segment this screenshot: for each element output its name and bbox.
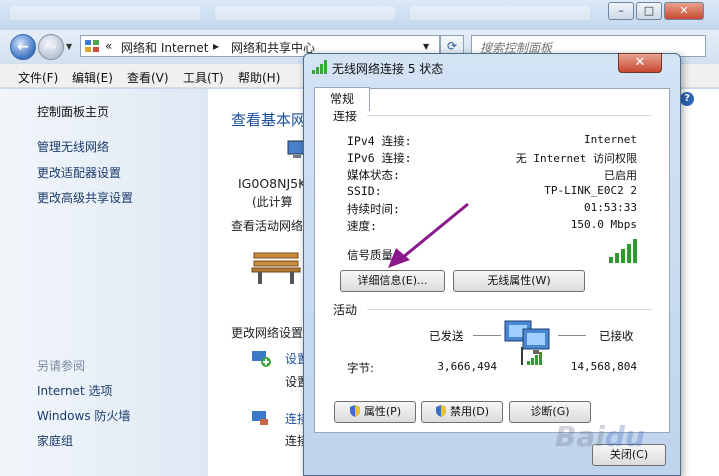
sidebar-homegroup-link[interactable]: 家庭组 [37, 432, 73, 449]
breadcrumb-network-internet[interactable]: 网络和 Internet [121, 39, 208, 56]
bytes-label: 字节: [347, 361, 374, 375]
uac-shield-icon [349, 404, 361, 417]
back-button[interactable]: ← [10, 34, 36, 60]
received-line [558, 335, 586, 336]
watermark-logo: Baidu [555, 420, 645, 453]
details-button[interactable]: 详细信息(E)... [340, 270, 445, 292]
uac-shield-icon [435, 404, 447, 417]
sidebar-home-link[interactable]: 控制面板主页 [37, 103, 109, 120]
properties-label: 属性(P) [363, 405, 402, 418]
connect-network-icon [250, 407, 272, 432]
wireless-status-dialog: 无线网络连接 5 状态 ✕ 常规 连接 IPv4 连接: Internet IP… [303, 53, 681, 476]
duration-value: 01:53:33 [584, 201, 637, 214]
menu-help[interactable]: 帮助(H) [238, 69, 280, 86]
computer-name: IG0O8NJ5K [238, 176, 307, 191]
active-networks-heading: 查看活动网络 [231, 219, 304, 233]
bytes-sent-value: 3,666,494 [437, 360, 497, 373]
breadcrumb-arrow-icon: ▸ [213, 39, 220, 53]
tab-general[interactable]: 常规 [314, 87, 370, 111]
address-dropdown-icon[interactable]: ▼ [423, 42, 429, 51]
tab-panel: 连接 IPv4 连接: Internet IPv6 连接: 无 Internet… [314, 88, 670, 433]
signal-bars-icon [609, 239, 639, 266]
properties-button[interactable]: 属性(P) [334, 401, 416, 423]
disable-label: 禁用(D) [449, 405, 490, 418]
blurred-tab [10, 6, 200, 20]
ipv4-label: IPv4 连接: [347, 134, 412, 148]
see-also-heading: 另请参阅 [37, 359, 86, 373]
ssid-label: SSID: [347, 184, 382, 198]
window-title-bar: – □ ✕ [0, 0, 719, 30]
wireless-signal-icon [312, 60, 328, 74]
menu-edit[interactable]: 编辑(E) [72, 69, 113, 86]
sidebar-adapter-settings-link[interactable]: 更改适配器设置 [37, 164, 121, 181]
ipv6-label: IPv6 连接: [347, 151, 412, 165]
annotation-arrow-icon [388, 202, 469, 268]
sent-line [473, 335, 501, 336]
sidebar-manage-wireless-link[interactable]: 管理无线网络 [37, 138, 109, 155]
received-label: 已接收 [599, 329, 634, 343]
menu-tools[interactable]: 工具(T) [183, 69, 224, 86]
media-state-value: 已启用 [604, 169, 637, 182]
media-state-label: 媒体状态: [347, 168, 400, 182]
menu-view[interactable]: 查看(V) [127, 69, 169, 86]
speed-label: 速度: [347, 219, 377, 233]
computer-sub: (此计算 [252, 195, 293, 209]
blurred-tab [410, 6, 590, 20]
control-panel-icon [84, 38, 100, 57]
sidebar: 控制面板主页 管理无线网络 更改适配器设置 更改高级共享设置 另请参阅 Inte… [0, 89, 208, 476]
help-icon[interactable]: ? [680, 92, 694, 106]
activity-divider [367, 309, 652, 310]
bench-icon [250, 249, 302, 288]
breadcrumb-sharing-center[interactable]: 网络和共享中心 [231, 39, 315, 56]
recent-pages-dropdown-icon[interactable]: ▼ [66, 42, 72, 51]
maximize-button[interactable]: □ [636, 2, 662, 20]
forward-button[interactable]: → [38, 34, 64, 60]
content-right-strip: ? [680, 89, 719, 476]
activity-group-label: 活动 [333, 303, 358, 317]
change-settings-heading: 更改网络设置 [231, 326, 304, 340]
network-setup-icon [250, 347, 272, 372]
close-window-button[interactable]: ✕ [664, 2, 704, 20]
wireless-properties-button[interactable]: 无线属性(W) [453, 270, 585, 292]
sidebar-internet-options-link[interactable]: Internet 选项 [37, 382, 112, 399]
dialog-title: 无线网络连接 5 状态 [332, 62, 444, 76]
minimize-button[interactable]: – [608, 2, 634, 20]
connection-divider [367, 115, 652, 116]
page-title: 查看基本网 [231, 111, 307, 129]
ssid-value: TP-LINK_E0C2 2 [544, 184, 637, 197]
disable-button[interactable]: 禁用(D) [421, 401, 503, 423]
sidebar-firewall-link[interactable]: Windows 防火墙 [37, 407, 130, 424]
menu-file[interactable]: 文件(F) [18, 69, 58, 86]
sent-label: 已发送 [429, 329, 464, 343]
bytes-received-value: 14,568,804 [570, 360, 637, 373]
address-separator: « [105, 39, 113, 53]
blurred-tab [215, 6, 395, 20]
sidebar-advanced-sharing-link[interactable]: 更改高级共享设置 [37, 189, 133, 206]
dialog-close-button[interactable]: ✕ [618, 53, 662, 73]
ipv4-value: Internet [584, 133, 637, 146]
ipv6-value: 无 Internet 访问权限 [515, 152, 637, 165]
speed-value: 150.0 Mbps [570, 218, 637, 231]
